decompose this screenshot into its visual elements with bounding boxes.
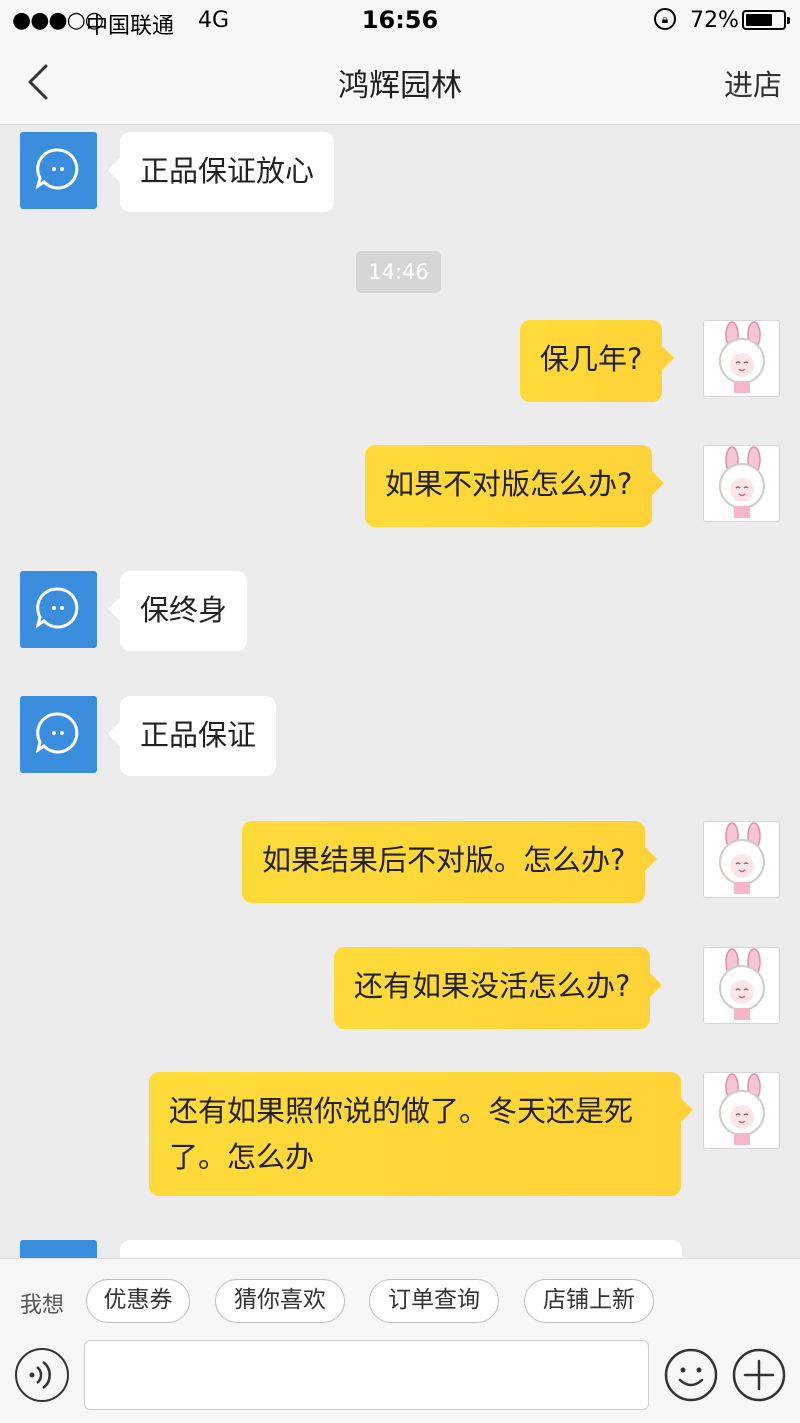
bunny-girl-avatar-icon (719, 1073, 765, 1145)
message-bubble-shop[interactable]: 正品保证 (107, 696, 277, 776)
shop-avatar[interactable] (20, 1240, 97, 1258)
plus-icon[interactable] (732, 1348, 786, 1402)
message-bubble-shop-partial[interactable] (120, 1240, 682, 1258)
user-avatar[interactable] (703, 947, 780, 1024)
navigation-bar: 鸿辉园林 进店 (0, 40, 800, 125)
message-bubble-shop[interactable]: 保终身 (107, 571, 248, 651)
battery-fill (746, 14, 772, 26)
message-bubble-user[interactable]: 还有如果照你说的做了。冬天还是死了。怎么办 (149, 1072, 693, 1196)
message-bubble-user[interactable]: 如果结果后不对版。怎么办? (242, 821, 658, 903)
chat-bubble-icon (35, 712, 79, 754)
enter-store-button[interactable]: 进店 (724, 62, 782, 104)
voice-input-button[interactable] (15, 1348, 69, 1402)
battery-percent: 72% (690, 8, 739, 33)
emoji-icon[interactable] (664, 1348, 718, 1402)
chip-order-inquiry[interactable]: 订单查询 (369, 1279, 499, 1323)
chat-bubble-icon (35, 587, 79, 629)
message-timestamp: 14:46 (356, 251, 441, 293)
quick-actions-label: 我想 (20, 1293, 65, 1318)
message-bubble-user[interactable]: 还有如果没活怎么办? (334, 947, 663, 1029)
clock: 16:56 (361, 6, 439, 34)
message-bubble-user[interactable]: 如果不对版怎么办? (365, 445, 665, 527)
user-avatar[interactable] (703, 1072, 780, 1149)
user-avatar[interactable] (703, 821, 780, 898)
chip-coupons[interactable]: 优惠券 (86, 1279, 190, 1323)
page-title: 鸿辉园林 (338, 68, 462, 104)
user-avatar[interactable] (703, 320, 780, 397)
chat-area[interactable]: 正品保证放心 14:46 保几年? 如果不对版怎么办? 保终身 正品保证 如果结… (0, 125, 800, 1258)
bunny-girl-avatar-icon (719, 822, 765, 894)
shop-avatar[interactable] (20, 696, 97, 773)
shop-avatar[interactable] (20, 132, 97, 209)
rotation-lock-icon: 🔒︎ (654, 8, 676, 30)
user-avatar[interactable] (703, 445, 780, 522)
input-bar (0, 1330, 800, 1423)
voice-wave-icon (29, 1360, 51, 1390)
shop-avatar[interactable] (20, 571, 97, 648)
bunny-girl-avatar-icon (719, 948, 765, 1020)
message-bubble-shop[interactable]: 正品保证放心 (107, 132, 335, 212)
message-bubble-user[interactable]: 保几年? (520, 320, 675, 402)
chip-new-arrivals[interactable]: 店铺上新 (524, 1279, 654, 1323)
chip-recommendations[interactable]: 猜你喜欢 (215, 1279, 345, 1323)
bunny-girl-avatar-icon (719, 321, 765, 393)
status-bar: ●●●○○ 中国联通 4G 16:56 🔒︎ 72% (0, 0, 800, 40)
chat-bubble-icon (35, 148, 79, 190)
message-input[interactable] (84, 1340, 649, 1410)
battery-icon (742, 10, 790, 30)
bunny-girl-avatar-icon (719, 446, 765, 518)
